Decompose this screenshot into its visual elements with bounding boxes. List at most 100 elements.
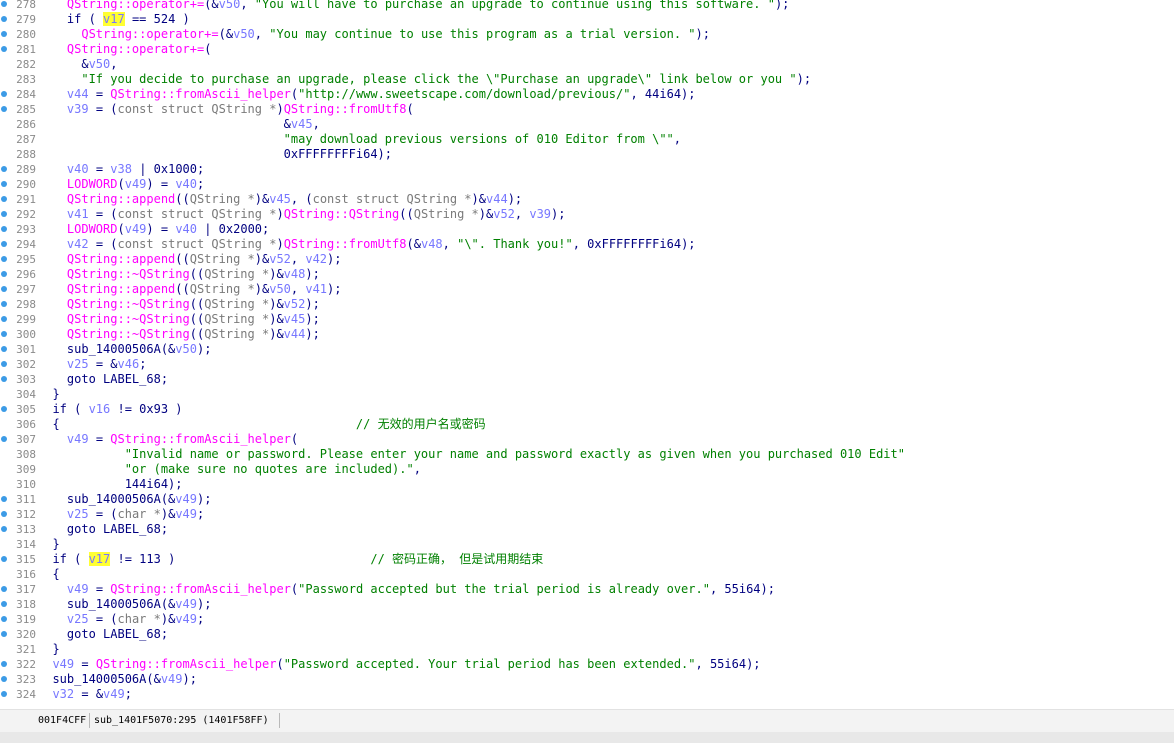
code-token: // 密码正确， 但是试用期结束 xyxy=(370,552,544,566)
code-line[interactable]: 323 sub_14000506A(&v49); xyxy=(0,672,1174,687)
code-line[interactable]: 312 v25 = (char *)&v49; xyxy=(0,507,1174,522)
code-line[interactable]: 295 QString::append((QString *)&v52, v42… xyxy=(0,252,1174,267)
code-line[interactable]: 324 v32 = &v49; xyxy=(0,687,1174,702)
code-line[interactable]: 280 QString::operator+=(&v50, "You may c… xyxy=(0,27,1174,42)
breakpoint-dot-icon[interactable] xyxy=(1,616,7,622)
code-line[interactable]: 308 "Invalid name or password. Please en… xyxy=(0,447,1174,462)
code-line[interactable]: 321 } xyxy=(0,642,1174,657)
breakpoint-dot-icon[interactable] xyxy=(1,166,7,172)
breakpoint-dot-icon[interactable] xyxy=(1,91,7,97)
code-line[interactable]: 286 &v45, xyxy=(0,117,1174,132)
breakpoint-dot-icon[interactable] xyxy=(1,676,7,682)
code-line[interactable]: 287 "may download previous versions of 0… xyxy=(0,132,1174,147)
code-line[interactable]: 304 } xyxy=(0,387,1174,402)
breakpoint-dot-icon[interactable] xyxy=(1,586,7,592)
code-line[interactable]: 301 sub_14000506A(&v50); xyxy=(0,342,1174,357)
breakpoint-dot-icon[interactable] xyxy=(1,661,7,667)
code-line[interactable]: 294 v42 = (const struct QString *)QStrin… xyxy=(0,237,1174,252)
breakpoint-dot-icon[interactable] xyxy=(1,601,7,607)
breakpoint-dot-icon[interactable] xyxy=(1,1,7,7)
code-line[interactable]: 279 if ( v17 == 524 ) xyxy=(0,12,1174,27)
code-line[interactable]: 282 &v50, xyxy=(0,57,1174,72)
code-line[interactable]: 288 0xFFFFFFFFi64); xyxy=(0,147,1174,162)
line-number: 318 xyxy=(16,598,36,611)
code-line[interactable]: 309 "or (make sure no quotes are include… xyxy=(0,462,1174,477)
breakpoint-dot-icon[interactable] xyxy=(1,316,7,322)
breakpoint-dot-icon[interactable] xyxy=(1,271,7,277)
line-number: 317 xyxy=(16,583,36,596)
code-line[interactable]: 315 if ( v17 != 113 ) // 密码正确， 但是试用期结束 xyxy=(0,552,1174,567)
code-line[interactable]: 293 LODWORD(v49) = v40 | 0x2000; xyxy=(0,222,1174,237)
code-token: ); xyxy=(196,492,212,506)
breakpoint-dot-icon[interactable] xyxy=(1,46,7,52)
code-line[interactable]: 296 QString::~QString((QString *)&v48); xyxy=(0,267,1174,282)
code-token: v50 xyxy=(88,57,111,71)
code-line[interactable]: 311 sub_14000506A(&v49); xyxy=(0,492,1174,507)
line-number: 298 xyxy=(16,298,36,311)
code-text: &v50, xyxy=(38,57,117,72)
breakpoint-dot-icon[interactable] xyxy=(1,286,7,292)
breakpoint-dot-icon[interactable] xyxy=(1,511,7,517)
breakpoint-dot-icon[interactable] xyxy=(1,16,7,22)
code-token: // 无效的用户名或密码 xyxy=(355,417,486,431)
breakpoint-dot-icon[interactable] xyxy=(1,691,7,697)
code-line[interactable]: 302 v25 = &v46; xyxy=(0,357,1174,372)
code-line[interactable]: 291 QString::append((QString *)&v45, (co… xyxy=(0,192,1174,207)
breakpoint-dot-icon[interactable] xyxy=(1,346,7,352)
code-line[interactable]: 289 v40 = v38 | 0x1000; xyxy=(0,162,1174,177)
breakpoint-dot-icon[interactable] xyxy=(1,361,7,367)
code-line[interactable]: 307 v49 = QString::fromAscii_helper( xyxy=(0,432,1174,447)
code-line[interactable]: 316 { xyxy=(0,567,1174,582)
breakpoint-dot-icon[interactable] xyxy=(1,256,7,262)
code-text: sub_14000506A(&v49); xyxy=(38,492,212,507)
breakpoint-dot-icon[interactable] xyxy=(1,376,7,382)
code-line[interactable]: 292 v41 = (const struct QString *)QStrin… xyxy=(0,207,1174,222)
code-token: , xyxy=(514,207,530,221)
breakpoint-dot-icon[interactable] xyxy=(1,196,7,202)
code-line[interactable]: 319 v25 = (char *)&v49; xyxy=(0,612,1174,627)
code-line[interactable]: 322 v49 = QString::fromAscii_helper("Pas… xyxy=(0,657,1174,672)
code-line[interactable]: 281 QString::operator+=( xyxy=(0,42,1174,57)
code-line[interactable]: 318 sub_14000506A(&v49); xyxy=(0,597,1174,612)
status-separator xyxy=(279,713,280,728)
code-line[interactable]: 314 } xyxy=(0,537,1174,552)
breakpoint-dot-icon[interactable] xyxy=(1,406,7,412)
breakpoint-dot-icon[interactable] xyxy=(1,226,7,232)
breakpoint-dot-icon[interactable] xyxy=(1,301,7,307)
code-line[interactable]: 303 goto LABEL_68; xyxy=(0,372,1174,387)
code-line[interactable]: 284 v44 = QString::fromAscii_helper("htt… xyxy=(0,87,1174,102)
code-line[interactable]: 283 "If you decide to purchase an upgrad… xyxy=(0,72,1174,87)
breakpoint-dot-icon[interactable] xyxy=(1,106,7,112)
breakpoint-dot-icon[interactable] xyxy=(1,181,7,187)
code-line[interactable]: 320 goto LABEL_68; xyxy=(0,627,1174,642)
code-token: = ( xyxy=(88,207,118,221)
code-token: v17 xyxy=(88,552,111,566)
code-line[interactable]: 305 if ( v16 != 0x93 ) xyxy=(0,402,1174,417)
code-line[interactable]: 297 QString::append((QString *)&v50, v41… xyxy=(0,282,1174,297)
code-line[interactable]: 278 QString::operator+=(&v50, "You will … xyxy=(0,0,1174,12)
code-line[interactable]: 299 QString::~QString((QString *)&v45); xyxy=(0,312,1174,327)
breakpoint-dot-icon[interactable] xyxy=(1,31,7,37)
code-line[interactable]: 310 144i64); xyxy=(0,477,1174,492)
breakpoint-dot-icon[interactable] xyxy=(1,241,7,247)
code-line[interactable]: 313 goto LABEL_68; xyxy=(0,522,1174,537)
breakpoint-dot-icon[interactable] xyxy=(1,211,7,217)
line-number: 280 xyxy=(16,28,36,41)
breakpoint-dot-icon[interactable] xyxy=(1,436,7,442)
code-line[interactable]: 290 LODWORD(v49) = v40; xyxy=(0,177,1174,192)
code-line[interactable]: 306 { // 无效的用户名或密码 xyxy=(0,417,1174,432)
breakpoint-dot-icon[interactable] xyxy=(1,556,7,562)
pseudocode-editor[interactable]: 278 QString::operator+=(&v50, "You will … xyxy=(0,0,1174,709)
breakpoint-dot-icon[interactable] xyxy=(1,331,7,337)
code-token: )& xyxy=(269,267,284,281)
breakpoint-dot-icon[interactable] xyxy=(1,496,7,502)
code-line[interactable]: 300 QString::~QString((QString *)&v44); xyxy=(0,327,1174,342)
code-line[interactable]: 317 v49 = QString::fromAscii_helper("Pas… xyxy=(0,582,1174,597)
code-line[interactable]: 298 QString::~QString((QString *)&v52); xyxy=(0,297,1174,312)
code-token: { xyxy=(38,567,60,581)
code-line[interactable]: 285 v39 = (const struct QString *)QStrin… xyxy=(0,102,1174,117)
breakpoint-dot-icon[interactable] xyxy=(1,526,7,532)
breakpoint-dot-icon[interactable] xyxy=(1,631,7,637)
code-token: | 0x2000; xyxy=(197,222,270,236)
